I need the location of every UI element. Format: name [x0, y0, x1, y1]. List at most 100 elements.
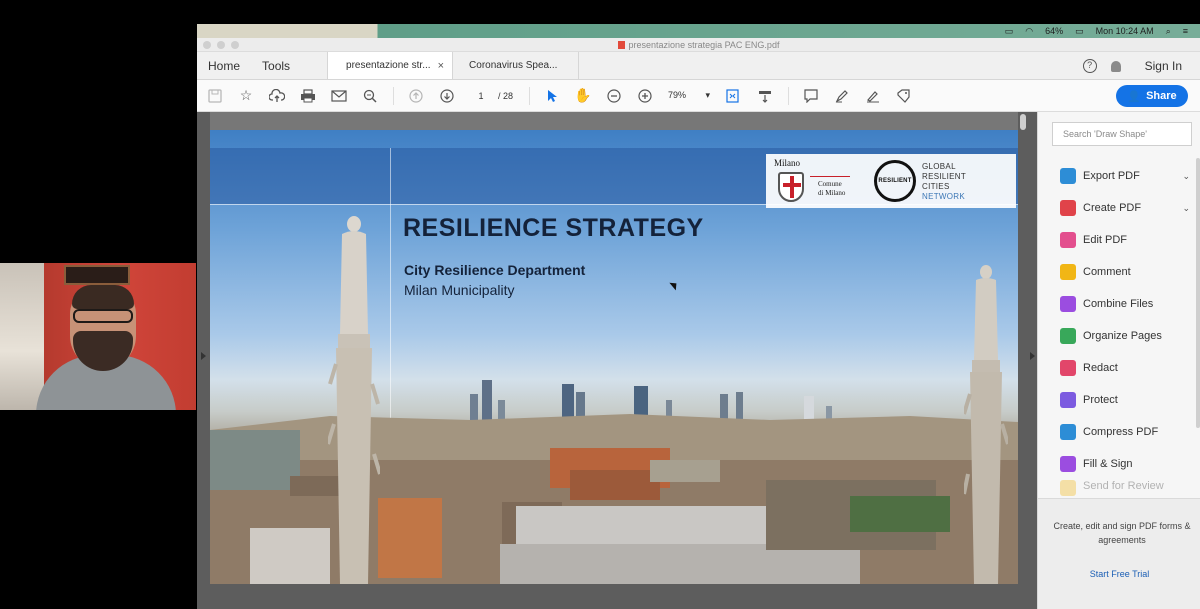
chevron-down-icon[interactable]: ⌄ — [1182, 171, 1190, 182]
notifications-icon[interactable] — [1110, 60, 1121, 72]
webcam-person-hair — [72, 285, 134, 309]
select-pointer-icon[interactable] — [544, 88, 560, 104]
start-free-trial-link[interactable]: Start Free Trial — [1038, 569, 1200, 579]
screen: ▭ ◠ 64% ▭ Mon 10:24 AM ⌕ ≡ presentazione… — [0, 0, 1200, 609]
zoom-out-icon[interactable] — [606, 88, 622, 104]
print-icon[interactable] — [300, 88, 316, 104]
email-icon[interactable] — [331, 88, 347, 104]
fit-page-icon[interactable] — [726, 88, 742, 104]
tool-item[interactable]: Redact — [1060, 352, 1190, 384]
toolbar-divider — [529, 86, 531, 105]
tag-icon[interactable] — [896, 88, 912, 104]
tool-icon — [1060, 456, 1076, 472]
grcn-line: RESILIENT — [922, 172, 967, 181]
webcam-video — [0, 263, 196, 410]
tool-item[interactable]: Edit PDF — [1060, 224, 1190, 256]
tool-item[interactable]: Create PDF ⌄ — [1060, 192, 1190, 224]
search-icon[interactable] — [362, 88, 378, 104]
tools-list: Export PDF ⌄ Create PDF ⌄ Edit PDF Comment Com… — [1060, 160, 1190, 498]
comment-icon[interactable] — [803, 88, 819, 104]
toolbar-divider — [788, 86, 790, 105]
document-tab-label: presentazione str... — [346, 60, 431, 71]
next-page-icon[interactable] — [439, 88, 455, 104]
scroll-mode-icon[interactable] — [757, 88, 773, 104]
tool-icon — [1060, 392, 1076, 408]
hand-tool-icon[interactable]: ✋ — [574, 87, 591, 104]
tool-label: Fill & Sign — [1083, 458, 1133, 470]
comune-di-milano-logo: Milano Comune di Milano — [774, 158, 852, 204]
duomo-spire-left — [328, 216, 380, 584]
tool-item[interactable]: Organize Pages — [1060, 320, 1190, 352]
tool-item[interactable]: Send for Review — [1060, 480, 1190, 498]
close-tab-icon[interactable]: × — [438, 60, 444, 72]
right-pane-toggle-icon[interactable] — [1030, 352, 1035, 360]
airplay-icon[interactable]: ▭ — [1005, 26, 1014, 37]
duomo-spire-right — [964, 265, 1008, 584]
tools-tab[interactable]: Tools — [251, 52, 301, 79]
home-tab[interactable]: Home — [197, 52, 251, 79]
tool-label: Protect — [1083, 394, 1118, 406]
tool-item[interactable]: Combine Files — [1060, 288, 1190, 320]
tool-icon — [1060, 424, 1076, 440]
partner-logos: Milano Comune di Milano RESILIENT GLOBAL… — [766, 154, 1016, 208]
document-tab[interactable]: Coronavirus Spea... — [453, 52, 580, 79]
previous-page-icon[interactable] — [408, 88, 424, 104]
zoom-in-icon[interactable] — [637, 88, 653, 104]
share-button[interactable]: 👤 Share — [1116, 85, 1188, 107]
tool-label: Compress PDF — [1083, 426, 1159, 438]
toolbar: ☆ 1 / 28 ✋ 79% ▾ 👤 Share — [197, 80, 1200, 112]
left-pane-toggle-icon[interactable] — [201, 352, 206, 360]
tool-label: Create PDF — [1083, 202, 1142, 214]
toolbar-divider — [393, 86, 394, 105]
tools-pane-scrollbar[interactable] — [1196, 158, 1200, 428]
zoom-value: 79% — [668, 90, 687, 100]
tool-item[interactable]: Comment — [1060, 256, 1190, 288]
tool-label: Organize Pages — [1083, 330, 1162, 342]
tool-label: Redact — [1083, 362, 1118, 374]
webcam-person-glasses — [73, 309, 133, 323]
save-icon[interactable] — [207, 88, 223, 104]
tool-item[interactable]: Export PDF ⌄ — [1060, 160, 1190, 192]
tools-pane-footer: Create, edit and sign PDF forms & agreem… — [1038, 498, 1200, 609]
tool-label: Edit PDF — [1083, 234, 1128, 246]
document-tab-active[interactable]: presentazione str... × — [327, 52, 454, 79]
upload-cloud-icon[interactable] — [269, 88, 285, 104]
resilient-logo: RESILIENT — [874, 160, 916, 202]
chevron-down-icon[interactable]: ⌄ — [1182, 203, 1190, 214]
tool-item[interactable]: Protect — [1060, 384, 1190, 416]
promo-text: Create, edit and sign PDF forms & agreem… — [1053, 521, 1191, 545]
webcam-picture-frame — [64, 265, 130, 285]
grcn-line: GLOBAL — [922, 162, 956, 171]
bookmark-star-icon[interactable]: ☆ — [238, 87, 254, 104]
slide-title: RESILIENCE STRATEGY — [403, 214, 704, 242]
tool-label: Comment — [1083, 266, 1131, 278]
tool-item[interactable]: Fill & Sign — [1060, 448, 1190, 480]
window-title: presentazione strategia PAC ENG.pdf — [197, 40, 1200, 50]
menu-list-icon[interactable]: ≡ — [1183, 26, 1188, 36]
sign-icon[interactable] — [865, 88, 881, 104]
grcn-line: NETWORK — [922, 192, 965, 201]
tab-bar: Home Tools presentazione str... × Corona… — [197, 52, 1200, 80]
page-number-input[interactable]: 1 — [470, 88, 492, 104]
slide-subtitle-department: City Resilience Department — [404, 262, 586, 278]
pdf-file-icon — [617, 41, 625, 49]
tool-item[interactable]: Compress PDF — [1060, 416, 1190, 448]
battery-icon[interactable]: ▭ — [1075, 26, 1084, 37]
wifi-icon[interactable]: ◠ — [1025, 26, 1033, 37]
document-scrollbar[interactable] — [1020, 114, 1026, 130]
zoom-select[interactable]: 79% ▾ — [668, 90, 710, 101]
tab-bar-right: ? Sign In — [1082, 52, 1200, 80]
document-tab-label: Coronavirus Spea... — [469, 60, 558, 71]
tool-icon — [1060, 232, 1076, 248]
tools-search-input[interactable]: Search 'Draw Shape' — [1052, 122, 1192, 146]
clock[interactable]: Mon 10:24 AM — [1096, 26, 1154, 36]
highlight-pen-icon[interactable] — [834, 88, 850, 104]
tool-icon — [1060, 296, 1076, 312]
milano-divider — [810, 176, 850, 177]
spotlight-icon[interactable]: ⌕ — [1166, 26, 1171, 37]
sign-in-button[interactable]: Sign In — [1145, 59, 1182, 73]
document-viewport[interactable]: Milano Comune di Milano RESILIENT GLOBAL… — [197, 112, 1037, 609]
help-icon[interactable]: ? — [1082, 59, 1097, 73]
tool-icon — [1060, 200, 1076, 216]
tool-label: Export PDF — [1083, 170, 1140, 182]
